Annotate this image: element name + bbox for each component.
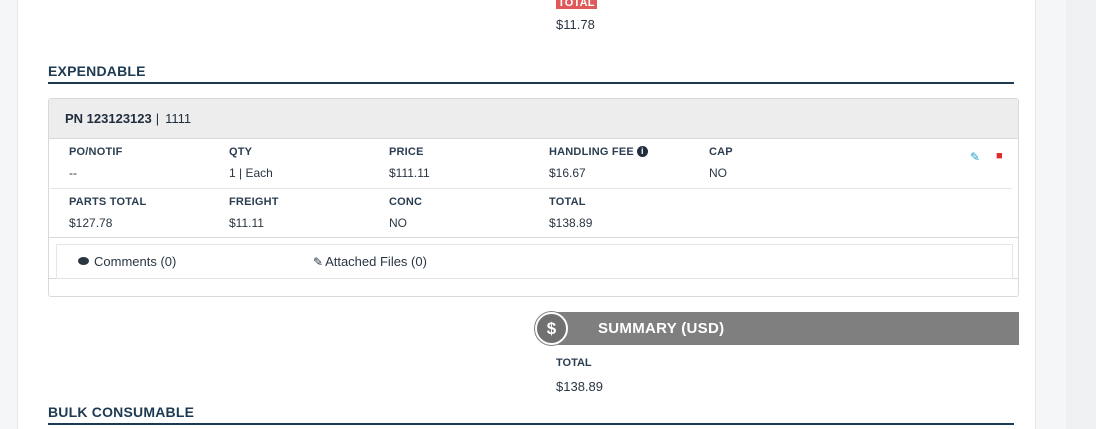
expendable-section-title: EXPENDABLE (48, 63, 1014, 84)
part-card-header: PN 123123123 | 1111 (49, 99, 1018, 139)
handling-fee-cell: HANDLING FEE i $16.67 (549, 146, 648, 180)
info-circle-icon[interactable]: i (636, 146, 648, 157)
paperclip-icon: ✎ (313, 255, 324, 269)
bulk-consumable-section-title: BULK CONSUMABLE (48, 404, 1014, 425)
attachments-bar: Comments (0) ✎ Attached Files (0) (56, 244, 1013, 279)
part-number: PN 123123123 (65, 111, 152, 126)
line-total-cell: TOTAL $138.89 (549, 196, 592, 230)
handling-fee-value: $16.67 (549, 166, 586, 180)
comment-icon (78, 257, 89, 265)
line-total-value: $138.89 (549, 216, 593, 230)
part-card-footer: Comments (0) ✎ Attached Files (0) (49, 237, 1018, 279)
pencil-icon[interactable]: ✎ (970, 150, 980, 164)
qty-cell: QTY 1 | Each (229, 146, 273, 180)
conc-value: NO (389, 216, 407, 230)
summary-header: $ SUMMARY (USD) (535, 312, 1019, 345)
handling-fee-label-text: HANDLING FEE (549, 146, 634, 158)
top-total-value: $11.78 (556, 17, 595, 32)
part-card: PN 123123123 | 1111 PO/NOTIF -- QTY 1 | … (48, 98, 1019, 297)
dollar-icon: $ (535, 312, 568, 345)
freight-cell: FREIGHT $11.11 (229, 196, 279, 230)
summary-title: SUMMARY (USD) (598, 320, 725, 337)
part-details-row-2: PARTS TOTAL $127.78 FREIGHT $11.11 CONC … (50, 189, 1012, 238)
price-label: PRICE (389, 146, 424, 158)
qty-value: 1 | Each (229, 166, 273, 180)
price-cell: PRICE $111.11 (389, 146, 430, 180)
po-notif-value: -- (69, 166, 77, 180)
trash-icon[interactable]: ■ (996, 150, 1003, 162)
part-description: 1111 (165, 111, 192, 126)
part-separator: | (155, 111, 160, 126)
conc-cell: CONC NO (389, 196, 422, 230)
attached-files-link[interactable]: ✎ Attached Files (0) (313, 254, 427, 269)
comments-link-text: Comments (0) (94, 254, 177, 269)
handling-fee-label: HANDLING FEE i (549, 146, 648, 158)
part-details-row-1: PO/NOTIF -- QTY 1 | Each PRICE $111.11 H… (50, 139, 1012, 189)
cap-value: NO (709, 166, 727, 180)
price-value: $111.11 (389, 166, 430, 180)
parts-total-cell: PARTS TOTAL $127.78 (69, 196, 146, 230)
attached-files-link-text: Attached Files (0) (325, 254, 427, 269)
cap-cell: CAP NO (709, 146, 733, 180)
top-total-label: TOTAL (556, 0, 597, 9)
summary-total-label: TOTAL (556, 357, 592, 369)
parts-total-label: PARTS TOTAL (69, 196, 147, 208)
summary-total-value: $138.89 (556, 379, 603, 394)
parts-total-value: $127.78 (69, 216, 113, 230)
comments-link[interactable]: Comments (0) (78, 254, 176, 269)
po-notif-label: PO/NOTIF (69, 146, 123, 158)
cap-label: CAP (709, 146, 733, 158)
po-notif-cell: PO/NOTIF -- (69, 146, 123, 180)
right-scroll-area (1066, 0, 1096, 429)
freight-value: $11.11 (229, 216, 264, 230)
qty-label: QTY (229, 146, 253, 158)
line-total-label: TOTAL (549, 196, 586, 208)
freight-label: FREIGHT (229, 196, 279, 208)
conc-label: CONC (389, 196, 423, 208)
